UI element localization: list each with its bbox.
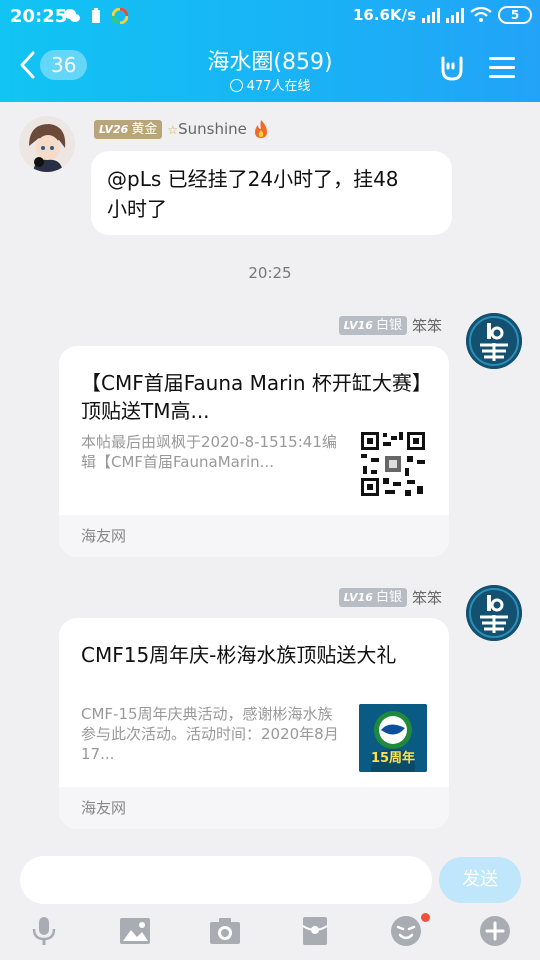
microphone-icon[interactable] <box>27 914 61 948</box>
rock-hand-icon[interactable] <box>437 52 467 82</box>
wifi-icon <box>470 7 492 22</box>
bot-logo-avatar <box>466 313 522 369</box>
card-title: 【CMF首届Fauna Marin 杯开缸大赛】顶贴送TM高... <box>81 371 422 423</box>
red-packet-icon[interactable] <box>298 914 332 948</box>
level-badge: LV26 黄金 <box>94 119 163 139</box>
qr-code-thumbnail <box>359 430 427 498</box>
hd-signal-icon <box>422 7 440 23</box>
status-notification-icons <box>64 8 128 24</box>
link-card[interactable]: 【CMF首届Fauna Marin 杯开缸大赛】顶贴送TM高... 本帖最后由飒… <box>59 346 449 557</box>
anime-avatar-image <box>19 116 75 172</box>
sender-meta: LV26 黄金 ☆Sunshine <box>94 119 270 139</box>
sender-meta: LV16 白银 笨笨 <box>338 587 442 608</box>
emoji-icon[interactable] <box>389 914 423 948</box>
sender-name: ☆Sunshine <box>167 120 247 138</box>
top-bar: 20:25 16.6K/s 5 36 海水圈(859) 477人在线 <box>0 0 540 102</box>
bot-logo-avatar <box>466 585 522 641</box>
thumbnail-caption: 15周年 <box>370 751 416 766</box>
plus-icon[interactable] <box>478 914 512 948</box>
camera-icon[interactable] <box>208 914 242 948</box>
link-card[interactable]: CMF15周年庆-彬海水族顶贴送大礼 CMF-15周年庆典活动，感谢彬海水族参与… <box>59 618 449 829</box>
menu-icon[interactable] <box>487 52 517 82</box>
message-timestamp: 20:25 <box>248 264 292 282</box>
status-time: 20:25 <box>10 6 68 27</box>
wechat-icon <box>64 9 80 22</box>
level-badge: LV16 白银 <box>338 588 407 607</box>
avatar[interactable] <box>466 585 522 641</box>
card-title: CMF15周年庆-彬海水族顶贴送大礼 <box>81 643 397 667</box>
battery-saver-icon <box>92 8 100 23</box>
avatar[interactable] <box>466 313 522 369</box>
level-badge: LV16 白银 <box>338 316 407 335</box>
status-right: 16.6K/s 5 <box>353 6 532 24</box>
message-bubble[interactable]: @pLs 已经挂了24小时了，挂48 小时了 <box>91 151 452 235</box>
sender-name: 笨笨 <box>411 317 442 335</box>
anniversary-thumbnail: 15周年 <box>359 704 427 772</box>
color-app-icon <box>112 8 128 24</box>
status-bar: 20:25 16.6K/s 5 <box>0 0 540 34</box>
card-description: 本帖最后由飒枫于2020-8-1515:41编辑【CMF首届FaunaMarin… <box>81 433 337 471</box>
card-source: 海友网 <box>59 515 449 557</box>
card-source: 海友网 <box>59 787 449 829</box>
online-count: 477人在线 <box>246 79 311 94</box>
network-speed: 16.6K/s <box>352 6 416 24</box>
avatar[interactable] <box>19 116 75 172</box>
hd-signal-icon <box>446 7 464 23</box>
image-icon[interactable] <box>118 914 152 948</box>
sender-meta: LV16 白银 笨笨 <box>338 315 442 336</box>
check-circle-icon <box>229 79 243 92</box>
message-text-line: @pLs 已经挂了24小时了，挂48 <box>107 167 399 191</box>
fire-icon <box>254 120 267 138</box>
sender-name: 笨笨 <box>411 589 442 607</box>
notification-dot <box>421 913 430 922</box>
message-input[interactable] <box>20 856 432 904</box>
card-description: CMF-15周年庆典活动，感谢彬海水族参与此次活动。活动时间：2020年8月17… <box>81 705 339 763</box>
message-text-line: 小时了 <box>107 197 167 221</box>
composer: 发送 <box>0 846 540 960</box>
send-button[interactable]: 发送 <box>439 857 521 903</box>
battery-indicator: 5 <box>498 6 532 24</box>
